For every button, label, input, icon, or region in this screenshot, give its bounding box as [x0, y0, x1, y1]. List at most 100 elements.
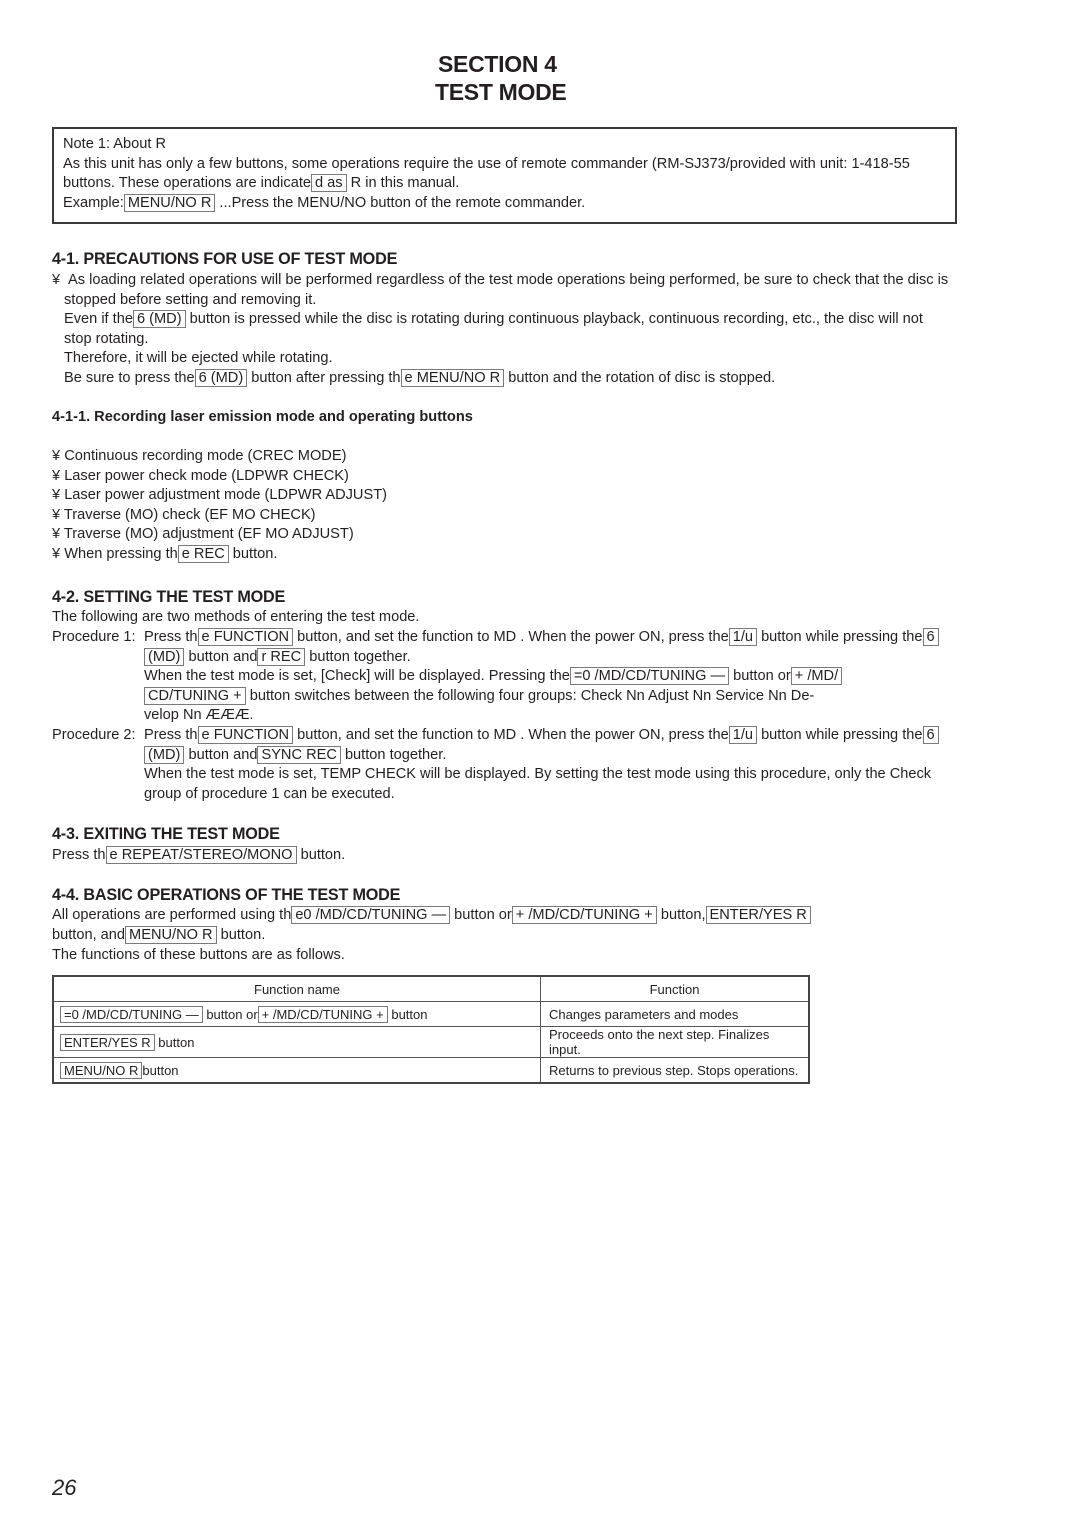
list-item-text: Traverse (MO) check (EF MO CHECK) — [63, 507, 316, 523]
heading-4-2: 4-2. SETTING THE TEST MODE — [52, 588, 286, 606]
text: button while pressing the — [757, 727, 923, 743]
text: button, — [656, 907, 706, 923]
text: button or — [729, 668, 791, 684]
text: button, and set the function to MD . Whe… — [293, 629, 729, 645]
table-row: MENU/NO R button Returns to previous ste… — [52, 1057, 810, 1084]
power-button-label: 1/u — [728, 726, 758, 744]
bullet-icon: ¥ — [52, 272, 61, 288]
sync-rec-button-label: SYNC REC — [257, 746, 341, 764]
note-line: As this unit has only a few buttons, som… — [63, 156, 910, 172]
text: button and the rotation of disc is stopp… — [504, 370, 776, 386]
text: button — [142, 1062, 179, 1078]
list-item: ¥ Laser power check mode (LDPWR CHECK) — [52, 467, 349, 487]
tuning-plus-button-label: + /MD/CD/TUNING + — [511, 906, 657, 924]
eject-button-label: 6 — [922, 628, 939, 646]
enter-yes-button-label: ENTER/YES R — [60, 1033, 155, 1051]
procedure-line: When the test mode is set, TEMP CHECK wi… — [144, 766, 932, 782]
text: button switches between the following fo… — [245, 688, 815, 704]
list-item: ¥ Laser power adjustment mode (LDPWR ADJ… — [52, 486, 387, 506]
procedure-line: (MD) button and r REC button together. — [144, 648, 411, 668]
list-item: ¥ Continuous recording mode (CREC MODE) — [52, 447, 346, 467]
md-button-label: (MD) — [144, 746, 185, 764]
text: button or — [202, 1006, 258, 1022]
text: Press th — [52, 847, 106, 863]
note-line: buttons. These operations are indicate d … — [63, 174, 459, 194]
paragraph: stop rotating. — [64, 331, 149, 347]
text: Press th — [144, 629, 198, 645]
text: button and — [184, 747, 258, 763]
text: button — [387, 1006, 428, 1022]
eject-md-button-label: 6 (MD) — [132, 310, 186, 328]
text: button or — [450, 907, 512, 923]
text: button — [154, 1034, 195, 1050]
paragraph: All operations are performed using th e0 … — [52, 906, 811, 926]
paragraph: Be sure to press the 6 (MD) button after … — [64, 369, 775, 389]
heading-4-1: 4-1. PRECAUTIONS FOR USE OF TEST MODE — [52, 250, 398, 268]
text: When the test mode is set, [Check] will … — [144, 668, 570, 684]
paragraph: Therefore, it will be ejected while rota… — [64, 350, 333, 366]
text: button and — [184, 649, 258, 665]
function-table: Function name Function =0 /MD/CD/TUNING … — [52, 975, 810, 1084]
procedure-label: Procedure 1: — [52, 629, 136, 645]
list-item-text: Traverse (MO) adjustment (EF MO ADJUST) — [63, 526, 354, 542]
function-button-label: e FUNCTION — [197, 628, 294, 646]
text: button together. — [340, 747, 447, 763]
procedure-line: velop Nn ÆÆÆ. — [144, 707, 254, 723]
eject-button-label: 6 — [922, 726, 939, 744]
eject-md-button-label: 6 (MD) — [194, 369, 248, 387]
page-number: 26 — [52, 1475, 77, 1500]
repeat-stereo-mono-button-label: e REPEAT/STEREO/MONO — [105, 846, 297, 864]
procedure-label: Procedure 2: — [52, 727, 136, 743]
paragraph: button, and MENU/NO R button. — [52, 926, 265, 946]
menu-no-button-label: MENU/NO R — [123, 194, 216, 212]
text: button together. — [305, 649, 411, 665]
procedure-line: CD/TUNING + button switches between the … — [144, 687, 814, 707]
note-example: Example: MENU/NO R ...Press the MENU/NO … — [63, 194, 585, 214]
md-button-label: (MD) — [144, 648, 185, 666]
bullet-icon: ¥ — [52, 468, 61, 484]
procedure-line: Press th e FUNCTION button, and set the f… — [144, 628, 939, 648]
note-text: Example: — [63, 195, 124, 211]
list-item: ¥ Traverse (MO) check (EF MO CHECK) — [52, 506, 316, 526]
table-header-row: Function name Function — [52, 975, 810, 1002]
section-number: SECTION 4 — [438, 51, 557, 77]
tuning-minus-button-label: =0 /MD/CD/TUNING — — [60, 1005, 203, 1023]
bullet-icon: ¥ — [52, 448, 61, 464]
paragraph: The functions of these buttons are as fo… — [52, 947, 345, 963]
text: button. — [296, 847, 346, 863]
text: All operations are performed using th — [52, 907, 292, 923]
paragraph: The following are two methods of enterin… — [52, 609, 420, 625]
bullet-icon: ¥ — [52, 487, 61, 503]
procedure-line: (MD) button and SYNC REC button together… — [144, 746, 446, 766]
text: Press th — [144, 727, 198, 743]
table-row: =0 /MD/CD/TUNING — button or + /MD/CD/TUN… — [52, 1001, 810, 1027]
rec-button-label: e REC — [177, 545, 229, 563]
heading-4-3: 4-3. EXITING THE TEST MODE — [52, 825, 280, 843]
menu-no-button-label: e MENU/NO R — [400, 369, 505, 387]
tuning-plus-button-label: + /MD/ — [790, 667, 843, 685]
paragraph: As loading related operations will be pe… — [68, 272, 949, 288]
list-item: ¥ When pressing th e REC button. — [52, 545, 277, 565]
note-title: Note 1: About R — [63, 136, 167, 152]
text: When pressing th — [64, 546, 178, 562]
text: Be sure to press the — [64, 370, 195, 386]
function-cell: Returns to previous step. Stops operatio… — [540, 1057, 810, 1084]
menu-no-button-label: MENU/NO R — [60, 1061, 143, 1079]
text: Even if the — [64, 311, 133, 327]
text: button. — [228, 546, 278, 562]
inline-button-label: d as — [311, 174, 347, 192]
paragraph: Even if the 6 (MD) button is pressed whil… — [64, 310, 923, 330]
note-text: buttons. These operations are indicate — [63, 175, 311, 191]
text: button, and set the function to MD . Whe… — [293, 727, 729, 743]
procedure-line: When the test mode is set, [Check] will … — [144, 667, 843, 687]
bullet-icon: ¥ — [52, 526, 61, 542]
tuning-plus-button-label: CD/TUNING + — [144, 687, 246, 705]
heading-4-1-1: 4-1-1. Recording laser emission mode and… — [52, 409, 473, 425]
text: button after pressing th — [247, 370, 401, 386]
function-button-label: e FUNCTION — [197, 726, 294, 744]
column-header: Function — [540, 975, 810, 1002]
function-name-cell: ENTER/YES R button — [52, 1026, 541, 1058]
note-text: R in this manual. — [346, 175, 460, 191]
power-button-label: 1/u — [728, 628, 758, 646]
text: button. — [216, 927, 266, 943]
